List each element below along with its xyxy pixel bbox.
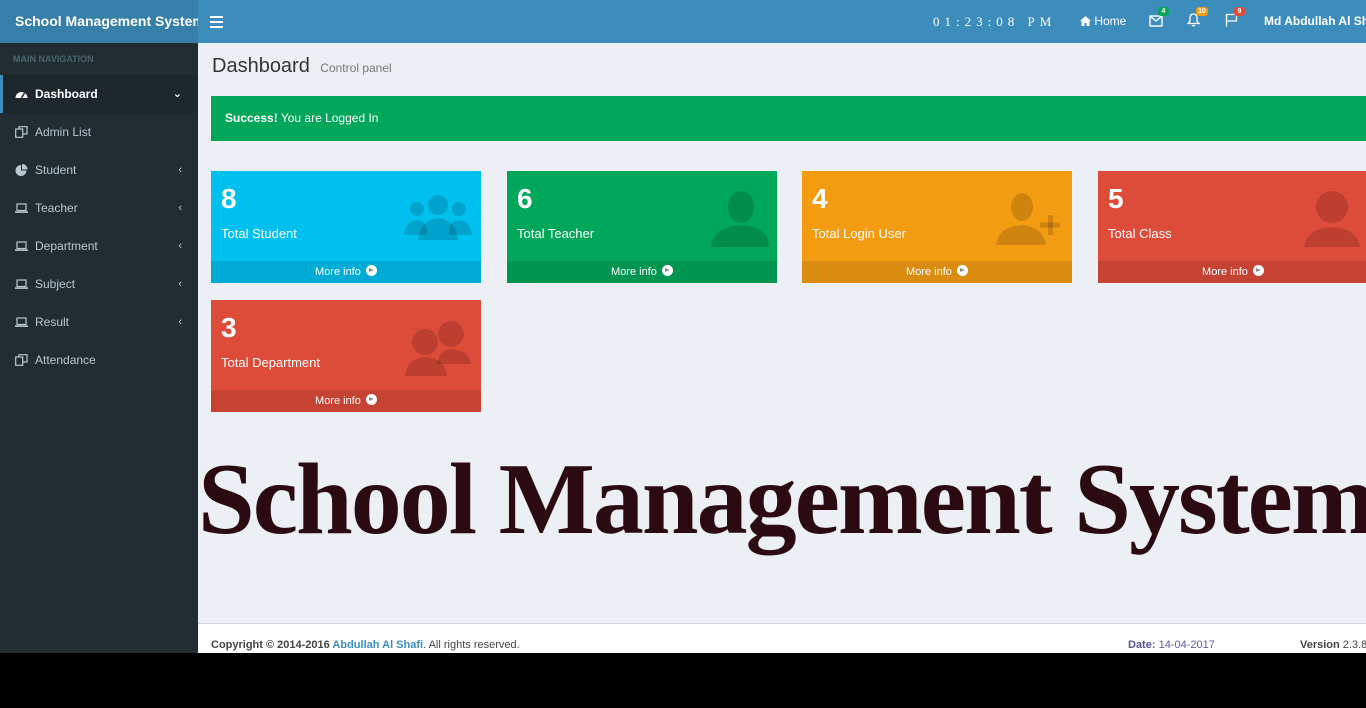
sidebar-item-label: Dashboard (35, 87, 98, 101)
group-chat-icon (405, 321, 471, 376)
laptop-icon (15, 241, 28, 251)
sidebar-item-result[interactable]: Result ‹ (0, 303, 198, 341)
stat-label: Total Department (221, 355, 320, 370)
home-icon (1080, 16, 1091, 26)
stat-box-total-class: 5 Total Class More info (1098, 171, 1366, 283)
more-info-link[interactable]: More info (211, 261, 481, 283)
more-info-link[interactable]: More info (802, 261, 1072, 283)
pie-chart-icon (15, 164, 28, 176)
sidebar-item-label: Department (35, 239, 98, 253)
stat-box-total-student: 8 Total Student More info (211, 171, 481, 283)
home-link[interactable]: Home (1080, 0, 1126, 43)
notifications-button[interactable]: 10 (1186, 7, 1208, 29)
arrow-circle-right-icon (956, 265, 968, 276)
laptop-icon (15, 279, 28, 289)
sidebar-item-attendance[interactable]: Attendance (0, 341, 198, 379)
chevron-left-icon: ‹ (178, 240, 182, 252)
user-icon (711, 191, 769, 247)
sidebar-item-label: Attendance (35, 353, 96, 367)
footer-version: Version 2.3.8 (1300, 639, 1366, 651)
chevron-left-icon: ‹ (178, 278, 182, 290)
sidebar-item-label: Subject (35, 277, 76, 291)
sidebar-item-label: Admin List (35, 125, 92, 139)
more-info-link[interactable]: More info (1098, 261, 1366, 283)
success-alert: Success! You are Logged In (211, 96, 1366, 141)
top-navbar: 01:23:08 PM Home 4 10 9 Md Abdullah Al S… (198, 0, 1366, 43)
sidebar-toggle-icon[interactable] (210, 13, 223, 30)
author-link[interactable]: Abdullah Al Shafi (332, 639, 423, 651)
overlay-title: School Management System (198, 443, 1366, 556)
sidebar-item-label: Teacher (35, 201, 78, 215)
laptop-icon (15, 317, 28, 327)
arrow-circle-right-icon (661, 265, 673, 276)
alert-text: You are Logged In (277, 111, 379, 125)
chevron-down-icon: ⌄ (172, 88, 182, 100)
sidebar-item-admin-list[interactable]: Admin List (0, 113, 198, 151)
stat-number: 8 (221, 183, 237, 214)
stat-number: 4 (812, 183, 828, 214)
page-subtitle: Control panel (320, 61, 392, 75)
tasks-badge: 9 (1234, 7, 1245, 16)
laptop-icon (15, 203, 28, 213)
footer-date: Date: 14-04-2017 (1128, 639, 1215, 651)
sidebar-item-student[interactable]: Student ‹ (0, 151, 198, 189)
sidebar-item-department[interactable]: Department ‹ (0, 227, 198, 265)
copy-icon (15, 126, 28, 138)
tasks-button[interactable]: 9 (1225, 7, 1245, 29)
messages-badge: 4 (1158, 7, 1169, 16)
stat-label: Total Teacher (517, 226, 595, 241)
stat-label: Total Class (1108, 226, 1172, 241)
footer: Copyright © 2014-2016 Abdullah Al Shafi.… (198, 623, 1366, 653)
app-logo[interactable]: School Management System (0, 0, 205, 43)
sidebar-item-dashboard[interactable]: Dashboard ⌄ (0, 75, 198, 113)
home-label: Home (1094, 14, 1127, 28)
clock-display: 01:23:08 PM (933, 14, 1057, 29)
stat-box-total-login-user: 4 Total Login User More info (802, 171, 1072, 283)
chevron-left-icon: ‹ (178, 164, 182, 176)
app-window: School Management System 01:23:08 PM Hom… (0, 0, 1366, 653)
stat-label: Total Login User (812, 226, 906, 241)
sidebar-item-teacher[interactable]: Teacher ‹ (0, 189, 198, 227)
envelope-icon (1149, 15, 1163, 27)
stat-number: 3 (221, 312, 237, 343)
arrow-circle-right-icon (365, 394, 377, 405)
more-info-link[interactable]: More info (507, 261, 777, 283)
notifications-badge: 10 (1196, 7, 1208, 16)
stat-box-total-teacher: 6 Total Teacher More info (507, 171, 777, 283)
stat-box-total-department: 3 Total Department More info (211, 300, 481, 412)
sidebar: MAIN NAVIGATION Dashboard ⌄ Admin List S… (0, 43, 198, 653)
sidebar-item-label: Student (35, 163, 77, 177)
users-icon (404, 195, 472, 240)
stat-number: 6 (517, 183, 533, 214)
copyright: Copyright © 2014-2016 Abdullah Al Shafi.… (211, 639, 520, 651)
arrow-circle-right-icon (365, 265, 377, 276)
arrow-circle-right-icon (1252, 265, 1264, 276)
more-info-link[interactable]: More info (211, 390, 481, 412)
sidebar-item-label: Result (35, 315, 70, 329)
stat-label: Total Student (221, 226, 297, 241)
stat-number: 5 (1108, 183, 1124, 214)
chevron-left-icon: ‹ (178, 202, 182, 214)
sidebar-header: MAIN NAVIGATION (13, 54, 94, 64)
copy-icon (15, 354, 28, 366)
user-plus-icon (996, 193, 1060, 245)
messages-button[interactable]: 4 (1149, 7, 1169, 29)
alert-strong: Success! (225, 111, 278, 125)
sidebar-item-subject[interactable]: Subject ‹ (0, 265, 198, 303)
dashboard-icon (15, 92, 28, 99)
page-title: Dashboard (212, 55, 310, 77)
chevron-left-icon: ‹ (178, 316, 182, 328)
user-circle-icon (1304, 191, 1360, 247)
content-header: Dashboard Control panel (212, 55, 392, 78)
user-menu[interactable]: Md Abdullah Al Shafi (1264, 0, 1366, 43)
